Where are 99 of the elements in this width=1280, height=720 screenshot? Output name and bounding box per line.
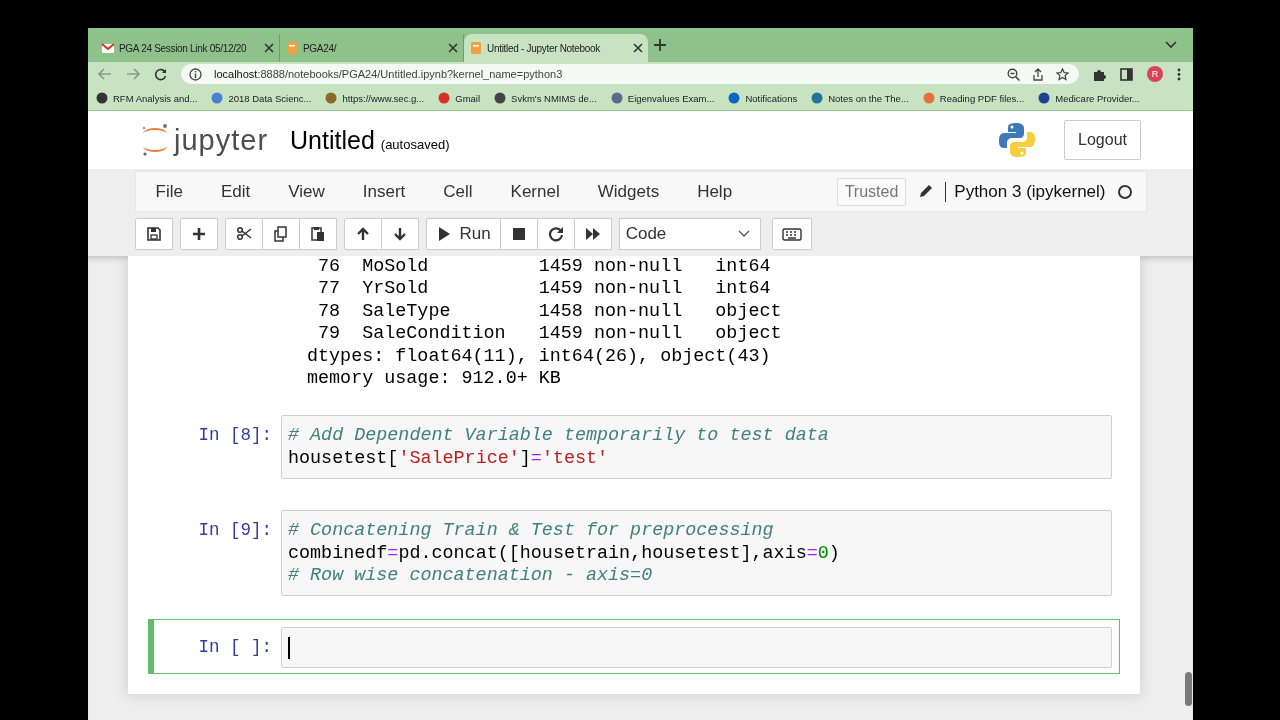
copy-button[interactable] (261, 218, 300, 250)
restart-button[interactable] (536, 218, 575, 250)
reload-icon[interactable] (154, 67, 167, 81)
kernel-name[interactable]: Python 3 (ipykernel) (945, 181, 1106, 202)
bookmark[interactable]: https://www.sec.g... (325, 92, 425, 104)
bookmark[interactable]: Medicare Provider... (1038, 92, 1140, 104)
plus-icon (190, 226, 207, 242)
menu-item[interactable]: Edit (220, 181, 251, 202)
output-line: 79 SaleCondition 1459 non-null object (317, 323, 783, 346)
sidebar-icon[interactable] (1120, 67, 1133, 81)
notebook-icon (285, 41, 299, 55)
bookmark[interactable]: Eigenvalues Exam... (610, 92, 715, 104)
mail-icon (101, 41, 115, 55)
bookmark[interactable]: Reading PDF files... (922, 92, 1025, 104)
menu-item[interactable]: View (288, 181, 325, 202)
bookmark-favicon-icon (922, 92, 935, 104)
close-icon[interactable] (264, 43, 274, 53)
save-status: (autosaved) (380, 136, 450, 152)
bookmark[interactable]: Notifications (728, 92, 798, 104)
bookmark-favicon-icon (728, 92, 741, 104)
logo-text: jupyter (174, 123, 269, 157)
text-cursor (288, 637, 290, 660)
bookmark-favicon-icon (211, 92, 224, 104)
paste-icon (309, 226, 326, 242)
paste-button[interactable] (298, 218, 337, 250)
share-icon[interactable] (1032, 67, 1044, 81)
bookmark-favicon-icon (438, 92, 451, 104)
fast-forward-icon (584, 226, 601, 242)
restart-icon (547, 226, 564, 242)
add-cell-button[interactable] (179, 218, 218, 250)
output-line: 77 YrSold 1459 non-null int64 (317, 278, 772, 301)
menu-item[interactable]: File (155, 181, 183, 202)
copy-icon (272, 226, 289, 242)
puzzle-icon[interactable] (1093, 67, 1106, 81)
output-line: dtypes: float64(11), int64(26), object(43) (307, 345, 772, 369)
bookmark[interactable]: Svkm's NMIMS de... (494, 92, 597, 104)
code-line: # Row wise concatenation - axis=0 (288, 565, 654, 588)
close-icon[interactable] (448, 43, 458, 53)
output-line: 78 SaleType 1458 non-null object (317, 300, 783, 324)
input-prompt: In [9]: (197, 519, 273, 543)
bookmark[interactable]: RFM Analysis and... (96, 92, 198, 104)
bookmark-favicon-icon (811, 92, 824, 104)
url-text: localhost:8888/notebooks/PGA24/Untitled.ipynb?kernel_name=python3 (214, 68, 563, 80)
notebook-icon (469, 41, 483, 55)
chevron-down-icon (737, 230, 750, 238)
bookmark[interactable]: Notes on the The... (811, 92, 909, 104)
jupyter-logo-icon (140, 123, 170, 157)
cell-type-dropdown[interactable]: Code (618, 218, 761, 250)
input-prompt: In [8]: (197, 424, 273, 448)
profile-avatar[interactable]: R (1147, 66, 1163, 82)
code-line: # Concatening Train & Test for preprocessing (288, 520, 775, 543)
menu-item[interactable]: Insert (362, 181, 406, 202)
logout-button[interactable]: Logout (1064, 120, 1141, 160)
bookmark[interactable]: Gmail (438, 92, 481, 104)
bookmark-favicon-icon (325, 92, 338, 104)
code-editor[interactable]: # Add Dependent Variable temporarily to test data housetest['SalePrice']='test' (281, 415, 1112, 480)
info-icon[interactable] (189, 67, 202, 81)
bookmark[interactable]: 2018 Data Scienc... (211, 92, 312, 104)
python-logo-icon (998, 121, 1037, 159)
output-line: memory usage: 912.0+ KB (307, 368, 562, 391)
code-line: # Add Dependent Variable temporarily to test data (288, 425, 830, 448)
bookmark-favicon-icon (610, 92, 623, 104)
menu-item[interactable]: Kernel (510, 181, 560, 202)
stop-icon (510, 226, 527, 242)
shortcuts-button[interactable] (771, 218, 812, 250)
browser-tab[interactable]: Untitled - Jupyter Notebook (464, 34, 648, 62)
run-all-button[interactable] (573, 218, 612, 250)
interrupt-button[interactable] (499, 218, 538, 250)
scissors-icon (235, 226, 252, 242)
pencil-icon[interactable] (918, 184, 934, 199)
output-line: 76 MoSold 1459 non-null int64 (317, 256, 772, 279)
star-icon[interactable] (1056, 67, 1069, 81)
bookmark-favicon-icon (1038, 92, 1051, 104)
scrollbar-thumb[interactable] (1185, 672, 1192, 706)
move-up-button[interactable] (343, 218, 382, 250)
more-icon[interactable] (1177, 67, 1181, 81)
run-button[interactable]: Run (425, 218, 501, 250)
chevron-down-icon[interactable] (1165, 41, 1177, 49)
address-field[interactable]: localhost:8888/notebooks/PGA24/Untitled.ipynb?kernel_name=python3 (181, 64, 1079, 84)
code-line: housetest['SalePrice']='test' (288, 447, 610, 471)
new-tab-icon[interactable] (654, 39, 666, 51)
notebook-title[interactable]: Untitled (290, 125, 375, 155)
save-icon (145, 226, 162, 242)
zoom-icon[interactable] (1007, 67, 1020, 81)
code-line: combinedf=pd.concat([housetrain,housetest],axis=0) (288, 542, 841, 566)
bookmark-favicon-icon (96, 92, 108, 104)
close-icon[interactable] (633, 43, 643, 53)
menu-item[interactable]: Widgets (597, 181, 660, 202)
bookmark-favicon-icon (494, 92, 507, 104)
arrow-down-icon (391, 226, 408, 242)
move-down-button[interactable] (380, 218, 419, 250)
code-editor[interactable]: # Concatening Train & Test for preprocessing combinedf=pd.concat([housetrain,housetest],axis=0) # Row wise concatenation - axis=0 (281, 510, 1112, 597)
menu-item[interactable]: Cell (443, 181, 473, 202)
input-prompt: In [ ]: (197, 636, 273, 660)
trusted-indicator[interactable]: Trusted (836, 177, 907, 206)
save-button[interactable] (134, 218, 173, 250)
cut-button[interactable] (224, 218, 263, 250)
keyboard-icon (781, 226, 802, 242)
menu-item[interactable]: Help (697, 181, 733, 202)
